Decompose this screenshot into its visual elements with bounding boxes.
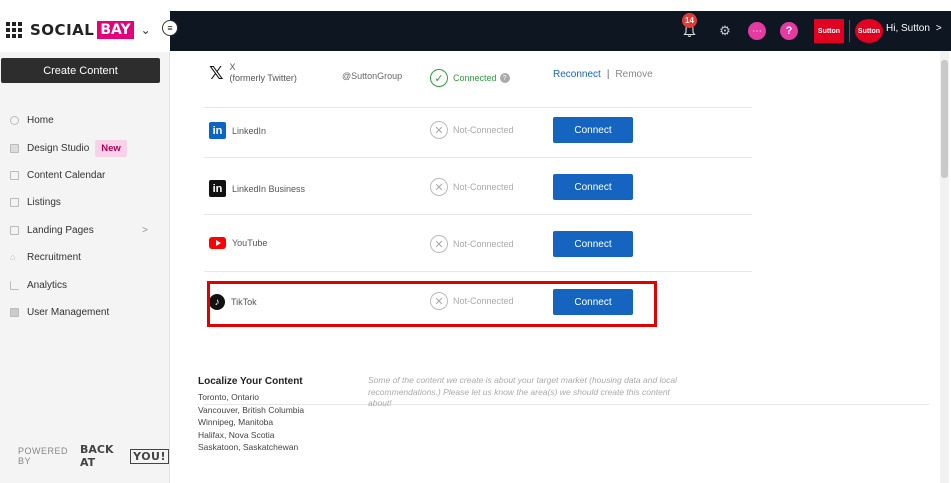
remove-link[interactable]: Remove (615, 69, 652, 80)
connection-actions: Reconnect | Remove (553, 69, 653, 80)
sidebar-item-home[interactable]: Home (0, 107, 170, 134)
sidebar-item-listings[interactable]: Listings (0, 189, 170, 216)
network-row-linkedin-business: in LinkedIn Business ✕ Not-Connected Con… (204, 158, 752, 215)
sidebar: SOCIAL BAY ⌄ Create Content Home Design … (0, 0, 170, 483)
gear-icon[interactable]: ⚙ (716, 22, 734, 40)
location-item: Vancouver, British Columbia (198, 404, 305, 415)
recruitment-icon: ⌂ (10, 252, 16, 263)
status-not-connected: ✕ Not-Connected (430, 178, 514, 196)
location-item: Toronto, Ontario (198, 392, 259, 402)
new-badge: New (95, 139, 127, 157)
network-label: 𝕏 X (formerly Twitter) (209, 62, 297, 84)
analytics-icon (10, 280, 19, 290)
network-name: LinkedIn Business (232, 183, 306, 194)
info-icon[interactable]: ? (499, 73, 510, 83)
check-circle-icon: ✓ (430, 69, 448, 87)
x-circle-icon: ✕ (430, 178, 448, 196)
chevron-right-icon: > (142, 224, 148, 236)
network-label: YouTube (209, 237, 267, 249)
powered-by-footer: POWERED BY BACK AT YOU! (18, 443, 169, 469)
account-handle: @SuttonGroup (342, 71, 403, 81)
youtube-logo-icon (209, 237, 226, 249)
location-item: Saskatoon, Saskatchewan (198, 442, 299, 453)
chat-icon[interactable]: ⋯ (748, 22, 766, 40)
sidebar-item-label: Listings (27, 197, 61, 209)
sidebar-item-user-management[interactable]: User Management (0, 299, 170, 326)
status-connected: ✓ Connected ? (430, 69, 510, 87)
brand-logo[interactable]: SOCIAL BAY ⌄ (30, 19, 151, 41)
listings-icon (10, 198, 19, 208)
network-subtitle: (formerly Twitter) (229, 73, 297, 83)
x-circle-icon: ✕ (430, 121, 448, 139)
separator: | (606, 69, 610, 80)
x-circle-icon: ✕ (430, 235, 448, 253)
localize-locations: Toronto, Ontario Vancouver, British Colu… (198, 391, 304, 454)
collapse-sidebar-icon[interactable]: ≡ (162, 20, 178, 36)
sidebar-item-analytics[interactable]: Analytics (0, 271, 170, 298)
status-not-connected: ✕ Not-Connected (430, 121, 514, 139)
apps-grid-icon[interactable] (6, 22, 23, 39)
network-label: in LinkedIn Business (209, 180, 305, 197)
sidebar-item-label: Analytics (27, 279, 68, 291)
powered-by-prefix: POWERED BY (18, 446, 69, 466)
linkedin-business-logo-icon: in (209, 180, 226, 197)
network-name: LinkedIn (232, 125, 267, 136)
chevron-down-icon[interactable]: ⌄ (141, 23, 151, 37)
sidebar-item-label: User Management (27, 306, 110, 318)
create-content-button[interactable]: Create Content (1, 58, 160, 83)
top-bar: 14 ⚙ ⋯ ? Sutton Sutton Hi, Sutton > (170, 11, 951, 51)
brand-social-text: SOCIAL (30, 21, 95, 39)
network-label: in LinkedIn (209, 122, 266, 139)
avatar[interactable]: Sutton (855, 19, 883, 43)
design-icon (10, 143, 19, 153)
network-row-youtube: YouTube ✕ Not-Connected Connect (204, 215, 752, 272)
company-logo: Sutton (814, 19, 844, 43)
status-text: Not-Connected (453, 239, 514, 249)
status-not-connected: ✕ Not-Connected (430, 235, 514, 253)
sidebar-item-design-studio[interactable]: Design Studio New (0, 134, 170, 161)
x-logo-icon: 𝕏 (209, 62, 224, 84)
connect-linkedin-business-button[interactable]: Connect (553, 174, 633, 200)
home-icon (10, 116, 19, 126)
help-icon[interactable]: ? (780, 22, 798, 40)
page-icon (10, 225, 19, 235)
reconnect-link[interactable]: Reconnect (553, 69, 601, 80)
network-row-linkedin: in LinkedIn ✕ Not-Connected Connect (204, 101, 752, 158)
powered-by-boxed: YOU! (130, 448, 169, 464)
sidebar-item-label: Design Studio (27, 142, 90, 154)
location-item: Winnipeg, Manitoba (198, 417, 274, 428)
status-text: Not-Connected (453, 125, 514, 135)
chevron-right-icon: > (935, 23, 942, 34)
sidebar-item-recruitment[interactable]: ⌂ Recruitment (0, 244, 170, 271)
localize-title: Localize Your Content (198, 376, 303, 387)
user-menu[interactable]: Hi, Sutton > (886, 23, 942, 34)
calendar-icon (10, 170, 19, 180)
sidebar-item-label: Home (27, 115, 54, 127)
network-name: X (229, 62, 236, 72)
sidebar-item-label: Content Calendar (27, 169, 106, 181)
location-item: Halifax, Nova Scotia (198, 429, 275, 440)
network-row-x: 𝕏 X (formerly Twitter) @SuttonGroup ✓ Co… (204, 51, 752, 108)
linkedin-logo-icon: in (209, 122, 226, 139)
sidebar-item-landing-pages[interactable]: Landing Pages > (0, 217, 170, 244)
brand-bay-text: BAY (97, 21, 134, 39)
status-text: Connected (453, 73, 497, 83)
sidebar-nav: Home Design Studio New Content Calendar … (0, 107, 170, 326)
network-name: YouTube (232, 238, 268, 248)
sidebar-item-content-calendar[interactable]: Content Calendar (0, 162, 170, 189)
divider (849, 20, 850, 42)
brand-row: SOCIAL BAY ⌄ (0, 0, 170, 52)
connect-linkedin-button[interactable]: Connect (553, 117, 633, 143)
localize-note: Some of the content we create is about y… (368, 375, 678, 408)
status-text: Not-Connected (453, 182, 514, 192)
scrollbar-thumb[interactable] (941, 60, 948, 178)
users-icon (10, 307, 19, 317)
sidebar-item-label: Recruitment (27, 252, 81, 264)
greeting-text: Hi, Sutton (886, 23, 930, 34)
tiktok-highlight-box (207, 281, 657, 327)
powered-by-name: BACK AT (80, 443, 114, 469)
notification-count-badge: 14 (682, 13, 697, 28)
sidebar-item-label: Landing Pages (27, 224, 94, 236)
connect-youtube-button[interactable]: Connect (553, 231, 633, 257)
